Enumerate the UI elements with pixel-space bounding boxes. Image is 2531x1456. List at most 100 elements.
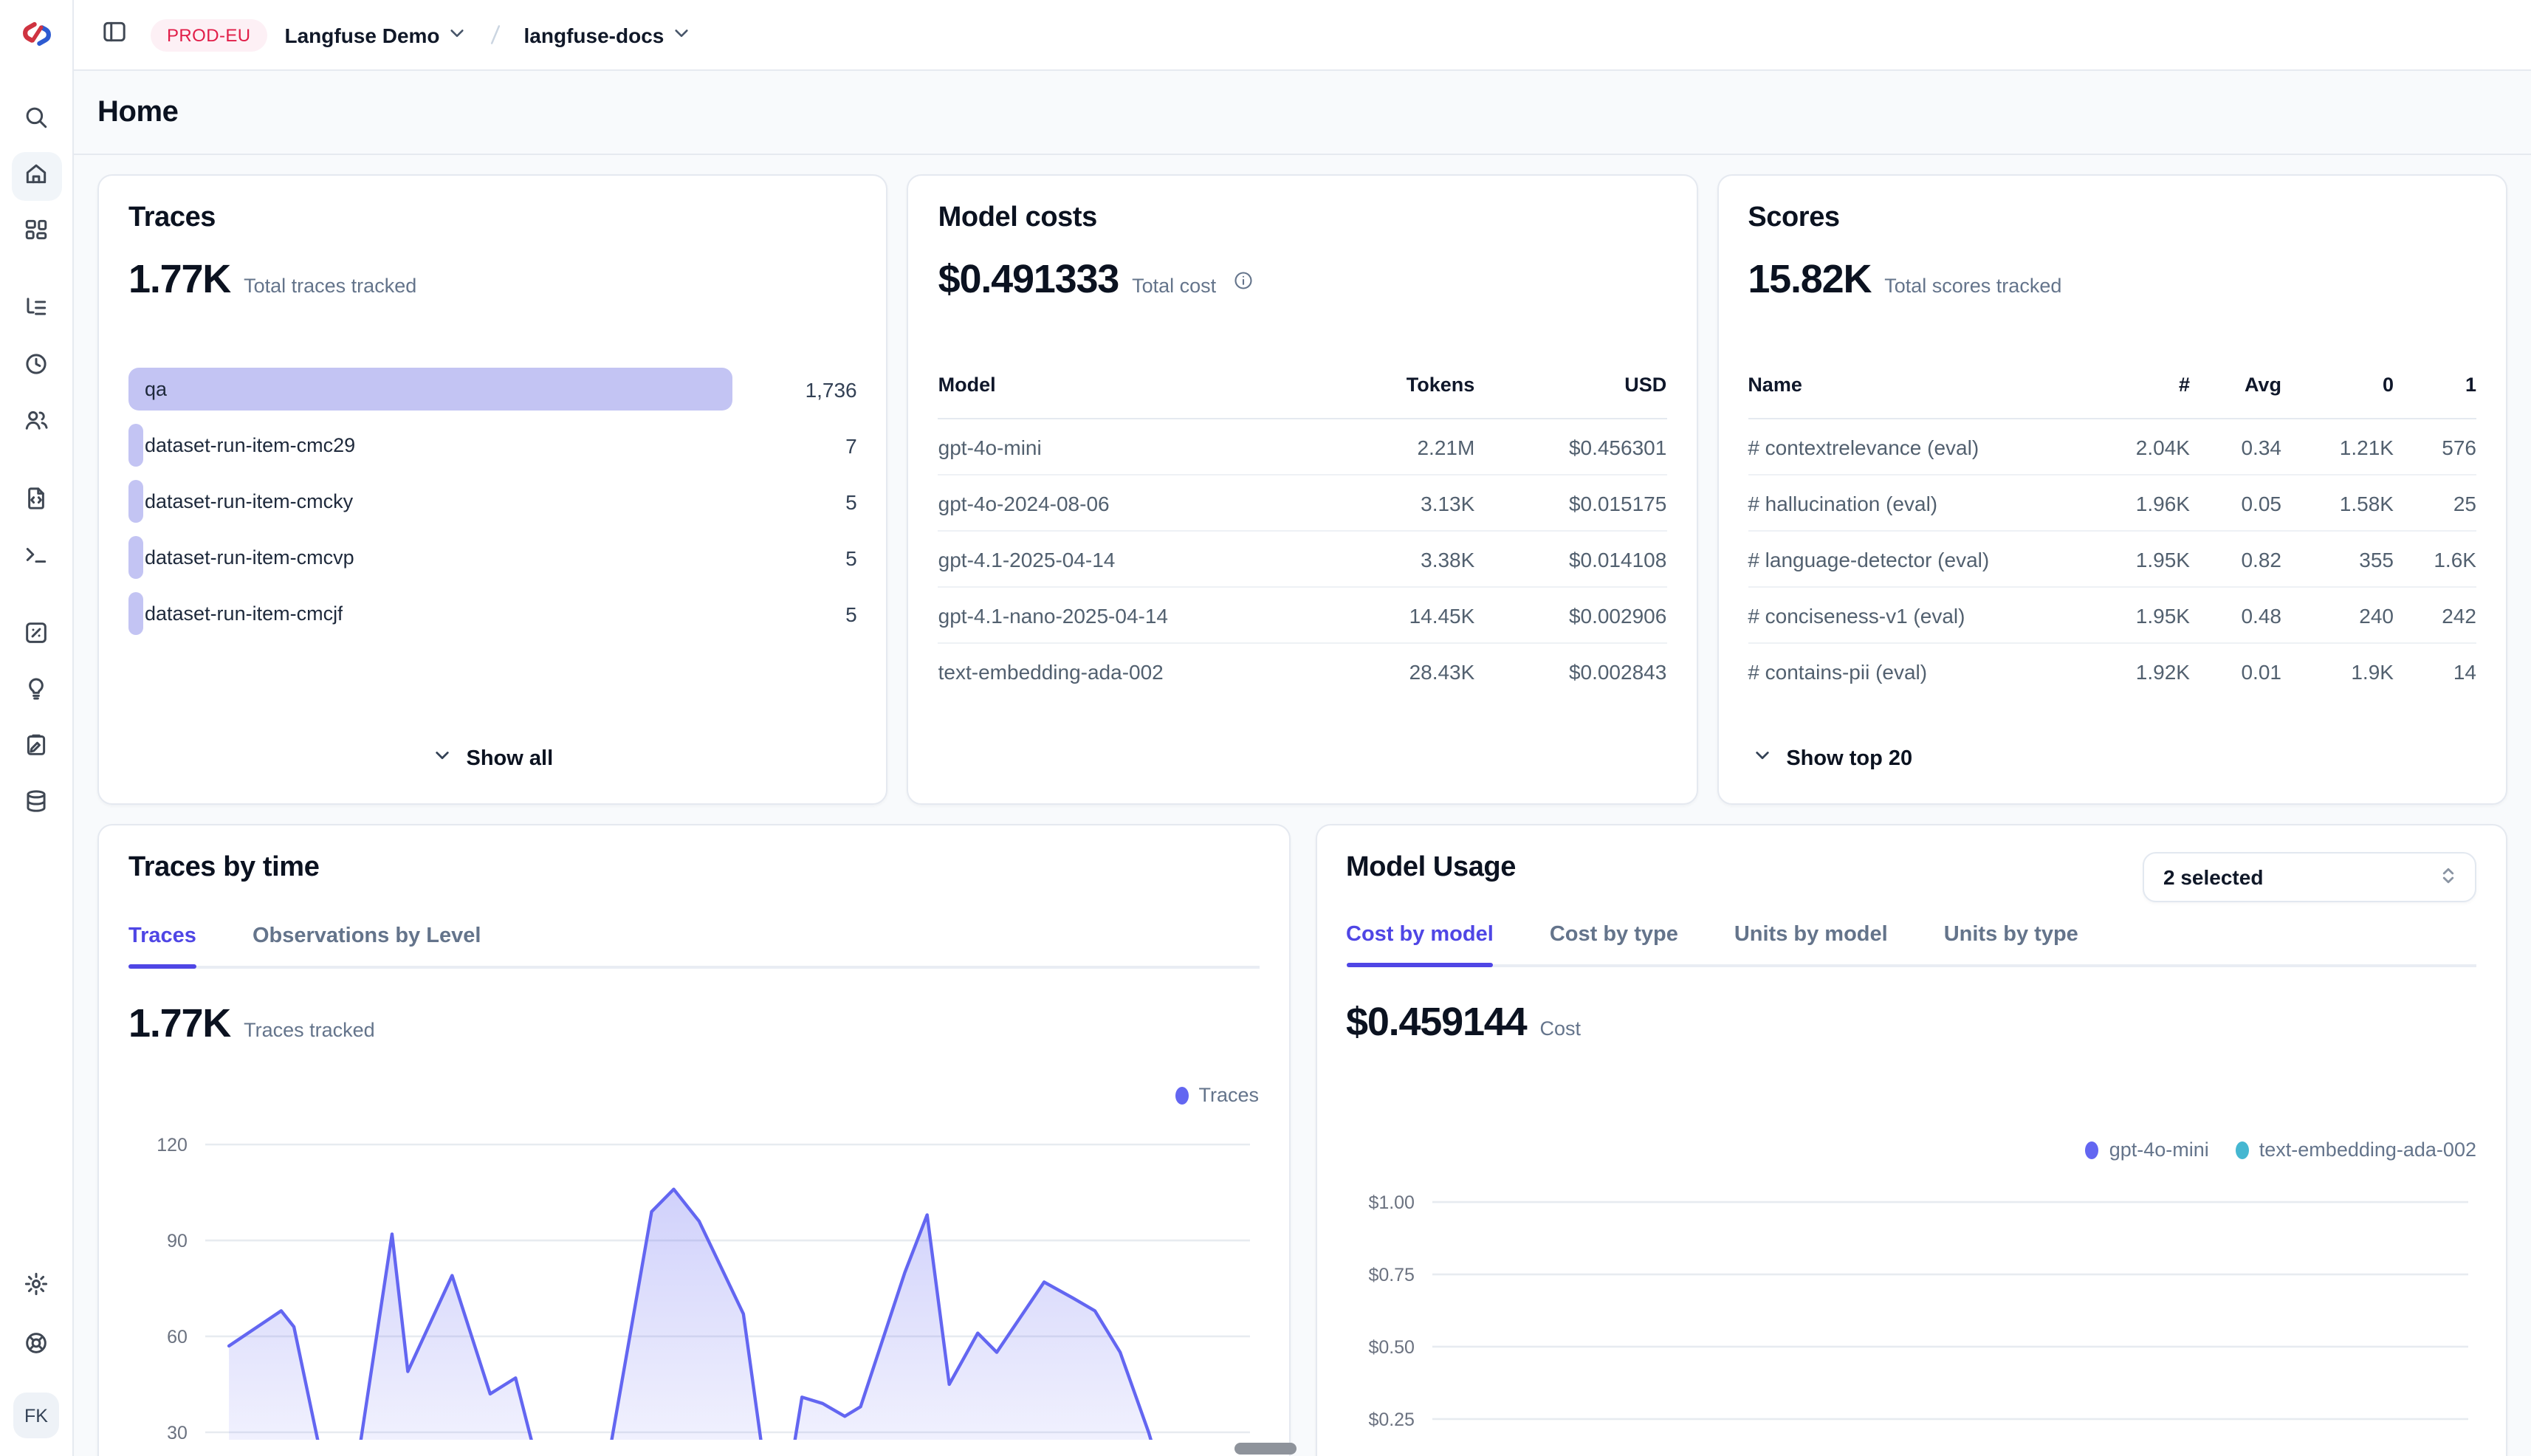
- column-header-count: #: [2087, 362, 2190, 419]
- traces-bar-list: qa 1,736 dataset-run-item-cmc29 7 datase…: [128, 368, 857, 635]
- model-name-cell: text-embedding-ada-002: [938, 643, 1298, 698]
- scores-metric-label: Total scores tracked: [1884, 275, 2061, 297]
- organization-switcher[interactable]: Langfuse Demo: [285, 23, 467, 47]
- trace-bar-row: dataset-run-item-cmcvp 5: [128, 536, 857, 579]
- chevrons-up-down-icon: [2438, 865, 2459, 890]
- scores-table: Name # Avg 0 1 # contextrelevance (eval)…: [1748, 362, 2476, 698]
- tab-units-by-type[interactable]: Units by type: [1944, 923, 2078, 964]
- score-one-cell: 576: [2394, 419, 2476, 475]
- show-all-button[interactable]: Show all: [128, 746, 857, 777]
- trace-bar-label: dataset-run-item-cmc29: [145, 434, 355, 456]
- legend-label: gpt-4o-mini: [2109, 1139, 2209, 1161]
- tab-observations-by-level[interactable]: Observations by Level: [253, 924, 481, 966]
- show-top-20-button[interactable]: Show top 20: [1748, 746, 2476, 777]
- model-name-cell: gpt-4o-mini: [938, 419, 1298, 475]
- trace-bar-label: dataset-run-item-cmcvp: [145, 546, 354, 569]
- scores-title: Scores: [1748, 202, 2476, 235]
- tab-cost-by-type[interactable]: Cost by type: [1550, 923, 1678, 964]
- sidebar-item-insights[interactable]: [11, 667, 61, 716]
- sidebar-item-search[interactable]: [11, 96, 61, 145]
- table-header-row: Model Tokens USD: [938, 362, 1667, 419]
- trace-bar-fill: [128, 480, 143, 523]
- usd-cell: $0.015175: [1474, 475, 1666, 531]
- svg-text:90: 90: [167, 1231, 188, 1251]
- legend-item: gpt-4o-mini: [2086, 1139, 2209, 1161]
- summary-cards-row: Traces 1.77K Total traces tracked qa 1,7…: [97, 174, 2507, 805]
- sidebar-bottom: FK: [11, 1263, 61, 1438]
- score-name-cell: # contains-pii (eval): [1748, 643, 2087, 698]
- score-count-cell: 1.95K: [2087, 531, 2190, 587]
- trace-bar-label: dataset-run-item-cmcjf: [145, 602, 343, 625]
- sidebar-item-evaluation[interactable]: [11, 611, 61, 660]
- users-icon: [24, 407, 49, 439]
- sidebar-item-prompts[interactable]: [11, 477, 61, 526]
- page-title: Home: [97, 95, 179, 129]
- topbar: PROD-EU Langfuse Demo langfuse-docs: [74, 0, 2531, 71]
- table-row: gpt-4.1-nano-2025-04-1414.45K$0.002906: [938, 587, 1667, 643]
- trace-bar-fill: [128, 424, 143, 467]
- sidebar-toggle-button[interactable]: [95, 16, 133, 54]
- dashboard-content: Traces 1.77K Total traces tracked qa 1,7…: [74, 155, 2531, 1456]
- score-one-cell: 14: [2394, 643, 2476, 698]
- traces-tracked-value: 1.77K: [128, 1001, 230, 1047]
- list-tree-icon: [24, 295, 49, 327]
- column-header-tokens: Tokens: [1297, 362, 1474, 419]
- trace-bar-fill: [128, 368, 733, 411]
- usd-cell: $0.002906: [1474, 587, 1666, 643]
- svg-text:$1.00: $1.00: [1367, 1192, 1413, 1213]
- trace-bar-value: 5: [845, 490, 857, 513]
- table-row: # contextrelevance (eval)2.04K0.341.21K5…: [1748, 419, 2476, 475]
- chart-cards-row: Traces by time Traces Observations by Le…: [97, 824, 2507, 1456]
- tab-cost-by-model[interactable]: Cost by model: [1346, 923, 1494, 964]
- model-name-cell: gpt-4.1-2025-04-14: [938, 531, 1298, 587]
- chevron-down-icon: [671, 23, 690, 47]
- scores-metric-value: 15.82K: [1748, 257, 1871, 303]
- trace-bar-value: 5: [845, 546, 857, 569]
- sidebar-item-sessions[interactable]: [11, 343, 61, 391]
- sidebar-item-users[interactable]: [11, 399, 61, 447]
- score-count-cell: 2.04K: [2087, 419, 2190, 475]
- info-icon[interactable]: [1232, 269, 1253, 290]
- column-header-avg: Avg: [2190, 362, 2281, 419]
- main-area: PROD-EU Langfuse Demo langfuse-docs Home…: [74, 0, 2531, 1456]
- terminal-icon: [24, 541, 49, 574]
- home-icon: [24, 160, 49, 193]
- model-usage-tabs: Cost by model Cost by type Units by mode…: [1346, 923, 2476, 967]
- svg-text:120: 120: [157, 1135, 188, 1155]
- area-chart: 120906030: [128, 1118, 1259, 1440]
- trace-bar-value: 5: [845, 602, 857, 625]
- table-row: # conciseness-v1 (eval)1.95K0.48240242: [1748, 587, 2476, 643]
- legend-label: Traces: [1198, 1084, 1259, 1106]
- trace-bar-fill: [128, 592, 143, 635]
- score-name-cell: # conciseness-v1 (eval): [1748, 587, 2087, 643]
- legend-dot-text-embedding-ada-002: [2236, 1141, 2249, 1158]
- score-zero-cell: 240: [2281, 587, 2394, 643]
- table-row: gpt-4o-2024-08-063.13K$0.015175: [938, 475, 1667, 531]
- sidebar-item-support[interactable]: [11, 1322, 61, 1370]
- horizontal-scrollbar-thumb[interactable]: [1234, 1443, 1297, 1455]
- sidebar-item-settings[interactable]: [11, 1263, 61, 1311]
- tab-units-by-model[interactable]: Units by model: [1734, 923, 1888, 964]
- table-row: gpt-4o-mini2.21M$0.456301: [938, 419, 1667, 475]
- sidebar-item-home[interactable]: [11, 152, 61, 201]
- project-switcher[interactable]: langfuse-docs: [524, 23, 691, 47]
- sidebar-item-annotation[interactable]: [11, 724, 61, 772]
- traces-by-time-title: Traces by time: [128, 852, 1259, 885]
- user-avatar[interactable]: FK: [13, 1393, 59, 1438]
- score-zero-cell: 1.58K: [2281, 475, 2394, 531]
- svg-text:$0.75: $0.75: [1367, 1265, 1413, 1285]
- trace-bar-value: 1,736: [806, 377, 857, 401]
- environment-badge: PROD-EU: [151, 18, 267, 51]
- model-select-dropdown[interactable]: 2 selected: [2143, 852, 2476, 902]
- tab-traces[interactable]: Traces: [128, 924, 196, 966]
- sidebar-item-playground[interactable]: [11, 533, 61, 582]
- trace-bar-fill: [128, 536, 143, 579]
- sidebar-item-tracing[interactable]: [11, 286, 61, 335]
- model-costs-title: Model costs: [938, 202, 1667, 235]
- sidebar-item-dashboards[interactable]: [11, 208, 61, 257]
- score-count-cell: 1.95K: [2087, 587, 2190, 643]
- database-icon: [24, 788, 49, 820]
- tokens-cell: 14.45K: [1297, 587, 1474, 643]
- layout-dashboard-icon: [24, 216, 49, 249]
- sidebar-item-datasets[interactable]: [11, 780, 61, 828]
